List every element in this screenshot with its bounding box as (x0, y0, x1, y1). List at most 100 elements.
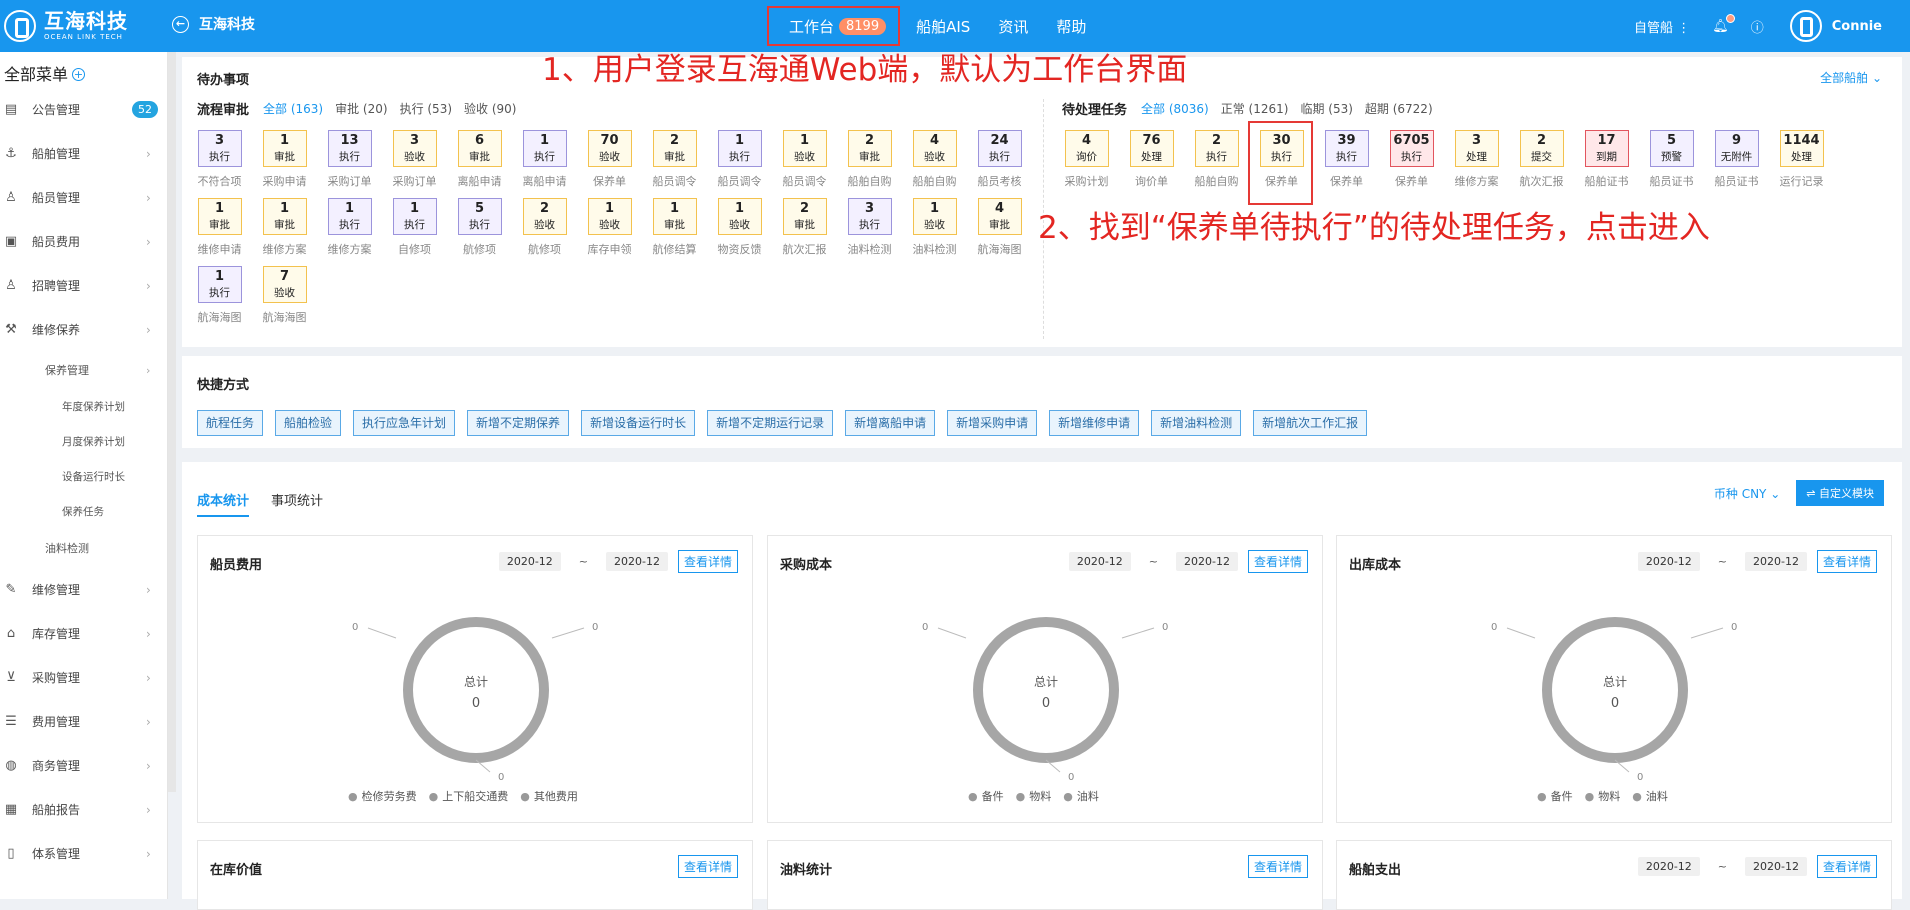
sidebar-leaf-runtime[interactable]: 设备运行时长 (0, 460, 167, 495)
task-item[interactable]: 17 到期 船舶证书 (1574, 130, 1639, 198)
task-item[interactable]: 2 审批 船员调令 (642, 130, 707, 198)
task-item[interactable]: 3 执行 油料检测 (837, 198, 902, 266)
task-item[interactable]: 1 执行 维修方案 (317, 198, 382, 266)
sidebar-item-purchase[interactable]: ⊻ 采购管理 › (0, 656, 167, 700)
shortcut-button[interactable]: 新增设备运行时长 (581, 410, 696, 436)
legend-item[interactable]: 检修劳务费 (348, 788, 417, 804)
task-count-box[interactable]: 1 审批 (197, 198, 242, 235)
custom-module-button[interactable]: ⇌ 自定义模块 (1796, 480, 1884, 506)
task-item[interactable]: 3 验收 采购订单 (382, 130, 447, 198)
view-details-button[interactable]: 查看详情 (677, 855, 738, 878)
legend-item[interactable]: 上下船交通费 (429, 788, 508, 804)
legend-item[interactable]: 物料 (1016, 788, 1051, 804)
avatar[interactable] (1789, 10, 1822, 42)
task-count-box[interactable]: 3 执行 (197, 130, 242, 167)
task-count-box[interactable]: 1 审批 (262, 130, 307, 167)
sidebar-leaf-monthly-plan[interactable]: 月度保养计划 (0, 425, 167, 460)
task-count-box[interactable]: 76 处理 (1129, 130, 1174, 167)
task-count-box[interactable]: 2 审批 (652, 130, 697, 167)
sidebar-item-ship[interactable]: ⚓︎ 船舶管理 › (0, 132, 167, 176)
date-to[interactable]: 2020-12 (1745, 857, 1807, 876)
shortcut-button[interactable]: 执行应急年计划 (353, 410, 456, 436)
currency-dropdown[interactable]: 币种 CNY ⌄ (1714, 485, 1780, 502)
tab-pending-normal[interactable]: 正常 (1261) (1221, 100, 1289, 117)
sidebar-item-business[interactable]: ◍ 商务管理 › (0, 744, 167, 788)
sidebar-item-inventory[interactable]: ⌂ 库存管理 › (0, 612, 167, 656)
task-item[interactable]: 76 处理 询价单 (1119, 130, 1184, 198)
task-count-box[interactable]: 1 执行 (327, 198, 372, 235)
task-item[interactable]: 2 审批 航次汇报 (772, 198, 837, 266)
task-item[interactable]: 6 审批 离船申请 (447, 130, 512, 198)
task-item[interactable]: 1 审批 维修申请 (187, 198, 252, 266)
task-count-box[interactable]: 2 执行 (1194, 130, 1239, 167)
task-count-box[interactable]: 1 审批 (262, 198, 307, 235)
tab-cost-stats[interactable]: 成本统计 (197, 490, 250, 517)
task-count-box[interactable]: 4 审批 (977, 198, 1022, 235)
brand-logo[interactable]: 互海科技 OCEAN LINK TECH (4, 10, 128, 42)
task-count-box[interactable]: 2 验收 (522, 198, 567, 235)
task-item[interactable]: 7 验收 航海海图 (252, 266, 317, 334)
date-to[interactable]: 2020-12 (1745, 552, 1807, 571)
task-item[interactable]: 4 询价 采购计划 (1054, 130, 1119, 198)
back-button[interactable]: ← 互海科技 (172, 14, 255, 34)
tab-approval-all[interactable]: 全部 (163) (263, 100, 323, 117)
task-item[interactable]: 2 提交 航次汇报 (1509, 130, 1574, 198)
sidebar-scrollbar[interactable] (168, 52, 176, 792)
task-count-box[interactable]: 1 执行 (717, 130, 762, 167)
task-item[interactable]: 1 审批 维修方案 (252, 198, 317, 266)
view-details-button[interactable]: 查看详情 (1247, 855, 1308, 878)
sidebar-sub-oil-test[interactable]: 油料检测 (0, 530, 167, 568)
task-count-box[interactable]: 1 验收 (587, 198, 632, 235)
shortcut-button[interactable]: 新增航次工作汇报 (1253, 410, 1368, 436)
task-item[interactable]: 2 执行 船舶自购 (1184, 130, 1249, 198)
task-count-box[interactable]: 3 验收 (392, 130, 437, 167)
shortcut-button[interactable]: 航程任务 (197, 410, 264, 436)
nav-news[interactable]: 资讯 (998, 16, 1028, 37)
sidebar-item-crew-cost[interactable]: ▣ 船员费用 › (0, 220, 167, 264)
sidebar-item-recruit[interactable]: ♙ 招聘管理 › (0, 264, 167, 308)
task-item[interactable]: 1144 处理 运行记录 (1769, 130, 1834, 198)
sidebar-item-repair[interactable]: ✎ 维修管理 › (0, 568, 167, 612)
task-item[interactable]: 1 执行 船员调令 (707, 130, 772, 198)
sidebar-leaf-upkeep-task[interactable]: 保养任务 (0, 495, 167, 530)
task-count-box[interactable]: 13 执行 (327, 130, 372, 167)
task-item[interactable]: 1 验收 船员调令 (772, 130, 837, 198)
task-count-box[interactable]: 6705 执行 (1389, 130, 1434, 167)
shortcut-button[interactable]: 船舶检验 (275, 410, 342, 436)
legend-item[interactable]: 油料 (1063, 788, 1099, 804)
task-count-box[interactable]: 2 审批 (847, 130, 892, 167)
legend-item[interactable]: 备件 (1537, 788, 1573, 804)
shortcut-button[interactable]: 新增维修申请 (1049, 410, 1140, 436)
task-count-box[interactable]: 1 执行 (522, 130, 567, 167)
task-item[interactable]: 4 验收 船舶自购 (902, 130, 967, 198)
date-from[interactable]: 2020-12 (1637, 857, 1700, 876)
view-details-button[interactable]: 查看详情 (1816, 550, 1877, 573)
task-item[interactable]: 70 验收 保养单 (577, 130, 642, 198)
sidebar-item-report[interactable]: ▦ 船舶报告 › (0, 788, 167, 832)
date-to[interactable]: 2020-12 (606, 552, 668, 571)
legend-item[interactable]: 油料 (1632, 788, 1668, 804)
tab-item-stats[interactable]: 事项统计 (271, 490, 323, 517)
ship-filter-dropdown[interactable]: 自管船 ⋮ (1634, 17, 1690, 36)
task-item[interactable]: 24 执行 船员考核 (967, 130, 1032, 198)
add-menu-icon[interactable]: + (72, 68, 86, 81)
sidebar-item-maintenance[interactable]: ⚒︎ 维修保养 › (0, 308, 167, 352)
all-ships-dropdown[interactable]: 全部船舶 ⌄ (1820, 69, 1882, 86)
sidebar-item-expense[interactable]: ☰ 费用管理 › (0, 700, 167, 744)
task-count-box[interactable]: 24 执行 (977, 130, 1022, 167)
date-to[interactable]: 2020-12 (1176, 552, 1238, 571)
task-item[interactable]: 3 处理 维修方案 (1444, 130, 1509, 198)
sidebar-item-announcement[interactable]: ▤ 公告管理 52 (0, 88, 167, 132)
task-item[interactable]: 39 执行 保养单 (1314, 130, 1379, 198)
task-item[interactable]: 13 执行 采购订单 (317, 130, 382, 198)
view-details-button[interactable]: 查看详情 (1816, 855, 1877, 878)
shortcut-button[interactable]: 新增不定期运行记录 (707, 410, 834, 436)
task-count-box[interactable]: 3 执行 (847, 198, 892, 235)
task-item[interactable]: 2 审批 船舶自购 (837, 130, 902, 198)
task-count-box[interactable]: 7 验收 (262, 266, 307, 303)
task-item[interactable]: 1 验收 油料检测 (902, 198, 967, 266)
date-from[interactable]: 2020-12 (1068, 552, 1131, 571)
date-from[interactable]: 2020-12 (1637, 552, 1700, 571)
task-item[interactable]: 1 验收 库存申领 (577, 198, 642, 266)
task-count-box[interactable]: 1 验收 (782, 130, 827, 167)
